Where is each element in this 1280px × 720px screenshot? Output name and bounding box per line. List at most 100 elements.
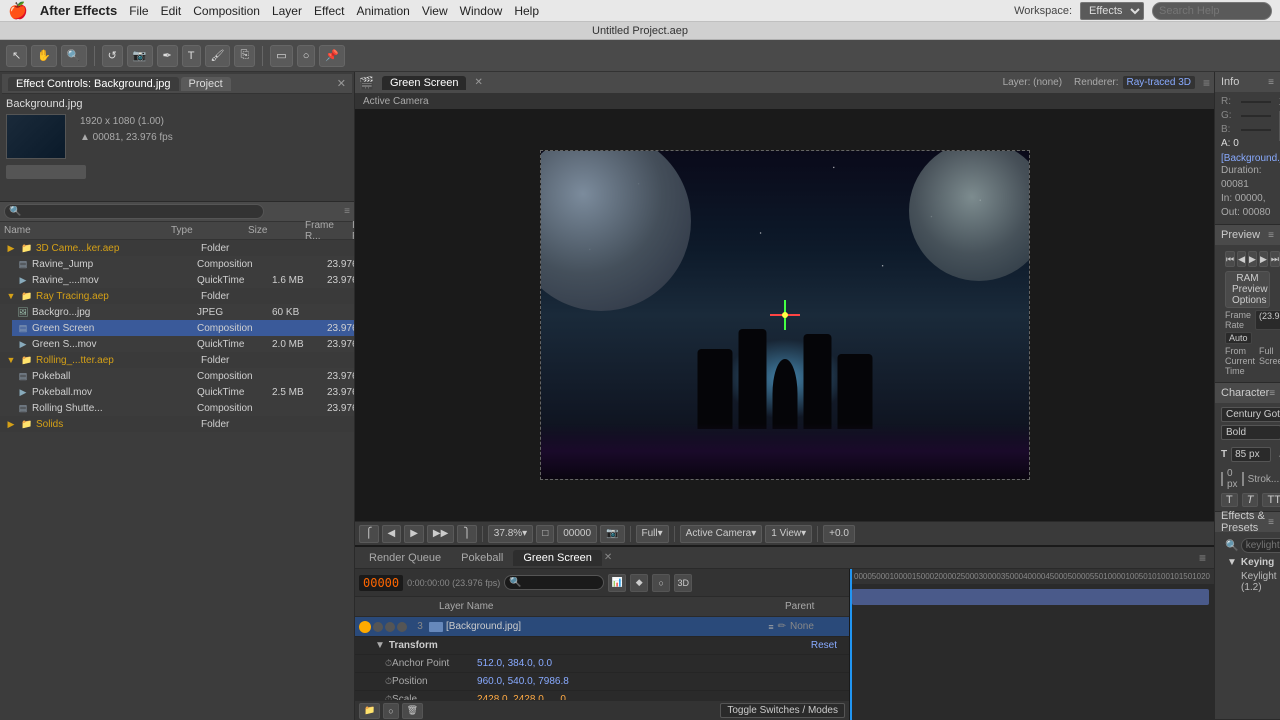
shape-rect[interactable]: ▭ bbox=[270, 45, 292, 67]
apple-menu[interactable]: 🍎 bbox=[8, 1, 28, 21]
playback-region-start[interactable]: ⎧ bbox=[359, 525, 379, 543]
first-frame-btn[interactable]: ⏮ bbox=[1225, 251, 1235, 267]
last-frame-btn[interactable]: ⏭ bbox=[1270, 251, 1280, 267]
menu-animation[interactable]: Animation bbox=[356, 4, 409, 18]
fill-color-swatch[interactable] bbox=[1221, 472, 1223, 486]
puppet-tool[interactable]: 📌 bbox=[319, 45, 345, 67]
play-btn[interactable]: ▶ bbox=[1248, 251, 1257, 267]
list-item[interactable]: ▤ Rolling Shutte... Composition 23.976 bbox=[12, 400, 354, 416]
comp-menu-btn[interactable]: ≡ bbox=[1203, 76, 1210, 90]
play-stop[interactable]: ▶ bbox=[404, 525, 424, 543]
layer-solo-toggle[interactable] bbox=[385, 622, 395, 632]
help-search[interactable] bbox=[1152, 2, 1272, 20]
list-item[interactable]: ▶ Pokeball.mov QuickTime 2.5 MB 23.976 bbox=[12, 384, 354, 400]
list-item[interactable]: ▶ 📁 3D Came...ker.aep Folder bbox=[0, 240, 354, 256]
project-options[interactable]: ≡ bbox=[344, 206, 350, 217]
layer-lock-toggle[interactable] bbox=[397, 622, 407, 632]
panel-close-btn[interactable]: ✕ bbox=[337, 77, 346, 90]
delete-btn[interactable]: 🗑 bbox=[402, 703, 423, 719]
font-style[interactable] bbox=[1221, 425, 1280, 440]
tl-tab-close[interactable]: ✕ bbox=[604, 552, 612, 563]
menu-composition[interactable]: Composition bbox=[193, 4, 260, 18]
menu-help[interactable]: Help bbox=[514, 4, 539, 18]
transform-reset[interactable]: Reset bbox=[811, 640, 837, 651]
text-tool[interactable]: T bbox=[182, 45, 201, 67]
list-item[interactable]: ▤ Ravine_Jump Composition 23.976 bbox=[12, 256, 354, 272]
toggle-switches-btn[interactable]: Toggle Switches / Modes bbox=[720, 703, 845, 718]
comp-tab-close[interactable]: ✕ bbox=[474, 77, 482, 88]
list-item[interactable]: ▶ Green S...mov QuickTime 2.0 MB 23.976 bbox=[12, 336, 354, 352]
frame-back[interactable]: ◀ bbox=[382, 525, 402, 543]
list-item[interactable]: ▤ Pokeball Composition 23.976 bbox=[12, 368, 354, 384]
playback-region-end[interactable]: ⎫ bbox=[457, 525, 477, 543]
clone-tool[interactable]: ⎘ bbox=[234, 45, 255, 67]
ram-preview-button[interactable]: RAM Preview Options bbox=[1225, 271, 1270, 308]
rotate-tool[interactable]: ↺ bbox=[102, 45, 123, 67]
timecode-display[interactable]: 00000 bbox=[557, 525, 597, 543]
anchor-value[interactable]: 512.0, 384.0, 0.0 bbox=[477, 658, 552, 669]
comp-tab-greenscreen[interactable]: Green Screen bbox=[382, 76, 466, 90]
frame-rate-value[interactable]: (23.98) bbox=[1255, 310, 1280, 330]
camera-select[interactable]: Active Camera ▾ bbox=[680, 525, 763, 543]
menu-file[interactable]: File bbox=[129, 4, 148, 18]
menu-window[interactable]: Window bbox=[460, 4, 503, 18]
effects-presets-close[interactable]: ≡ bbox=[1268, 517, 1274, 528]
ep-search-input[interactable] bbox=[1241, 538, 1280, 553]
character-panel-close[interactable]: ≡ bbox=[1269, 388, 1275, 399]
tl-add-marker[interactable]: ◆ bbox=[630, 574, 648, 592]
snapshot[interactable]: 📷 bbox=[600, 525, 624, 543]
list-item[interactable]: 🖼 Backgro...jpg JPEG 60 KB bbox=[12, 304, 354, 320]
camera-tool[interactable]: 📷 bbox=[127, 45, 153, 67]
frame-forward[interactable]: ▶▶ bbox=[427, 525, 454, 543]
next-frame-btn[interactable]: ▶ bbox=[1259, 251, 1268, 267]
zoom-select[interactable]: 37.8% ▾ bbox=[488, 525, 533, 543]
exposure-value[interactable]: +0.0 bbox=[823, 525, 855, 543]
tl-tab-pokeball[interactable]: Pokeball bbox=[451, 550, 513, 566]
solo-btn[interactable]: ○ bbox=[383, 703, 398, 719]
timeline-search[interactable] bbox=[504, 575, 604, 590]
list-item[interactable]: ▶ 📁 Solids Folder bbox=[0, 416, 354, 432]
workspace-select[interactable]: Effects bbox=[1080, 2, 1144, 20]
ep-keying-category[interactable]: ▼ Keying bbox=[1221, 555, 1274, 570]
tl-solo[interactable]: ○ bbox=[652, 574, 670, 592]
list-item[interactable]: ▤ Green Screen Composition 23.976 bbox=[12, 320, 354, 336]
list-item[interactable]: ▼ 📁 Ray Tracing.aep Folder bbox=[0, 288, 354, 304]
tl-panel-menu[interactable]: ≡ bbox=[1199, 551, 1206, 565]
renderer-value[interactable]: Ray-traced 3D bbox=[1123, 76, 1195, 89]
timeline-timecode[interactable]: 00000 bbox=[359, 575, 403, 591]
brush-tool[interactable]: 🖌 bbox=[205, 45, 231, 67]
zoom-tool[interactable]: 🔍 bbox=[61, 45, 87, 67]
tl-3d[interactable]: 3D bbox=[674, 574, 692, 592]
layer-audio-toggle[interactable] bbox=[373, 622, 383, 632]
caps-btn[interactable]: TT bbox=[1262, 493, 1280, 507]
position-stopwatch[interactable]: ⏱ bbox=[385, 676, 392, 687]
composition-viewport[interactable] bbox=[355, 109, 1214, 521]
comp-icon-btn[interactable]: 🎬 bbox=[359, 76, 374, 90]
timeline-playhead[interactable] bbox=[850, 569, 852, 720]
views-select[interactable]: 1 View ▾ bbox=[765, 525, 812, 543]
tl-tab-green-screen[interactable]: Green Screen bbox=[513, 550, 601, 566]
quality-select[interactable]: Full ▾ bbox=[636, 525, 669, 543]
project-search-input[interactable] bbox=[4, 204, 264, 219]
menu-effect[interactable]: Effect bbox=[314, 4, 344, 18]
ep-keylight-item[interactable]: Keylight (1.2) bbox=[1221, 570, 1274, 594]
bold-btn[interactable]: T bbox=[1221, 493, 1238, 507]
tl-tab-render-queue[interactable]: Render Queue bbox=[359, 550, 451, 566]
layer-parent[interactable]: None bbox=[790, 621, 845, 632]
menu-layer[interactable]: Layer bbox=[272, 4, 302, 18]
layer-vis-toggle[interactable] bbox=[359, 621, 371, 633]
list-item[interactable]: ▶ Ravine_....mov QuickTime 1.6 MB 23.976 bbox=[12, 272, 354, 288]
layer-adjust-icon[interactable]: ✏ bbox=[778, 621, 786, 632]
menu-view[interactable]: View bbox=[422, 4, 448, 18]
effect-controls-tab[interactable]: Effect Controls: Background.jpg bbox=[8, 77, 179, 91]
pen-tool[interactable]: ✒ bbox=[157, 45, 178, 67]
hand-tool[interactable]: ✋ bbox=[31, 45, 57, 67]
resolution-value[interactable]: Auto bbox=[1225, 332, 1252, 344]
layer-mode[interactable]: ≡ bbox=[768, 622, 773, 632]
timeline-layer-row[interactable]: 3 [Background.jpg] ≡ ✏ None bbox=[355, 617, 849, 637]
menu-edit[interactable]: Edit bbox=[161, 4, 182, 18]
transform-collapse-icon[interactable]: ▼ bbox=[375, 640, 385, 651]
stroke-color-swatch[interactable] bbox=[1242, 472, 1244, 486]
list-item[interactable]: ▼ 📁 Rolling_...tter.aep Folder bbox=[0, 352, 354, 368]
tl-graph-editor[interactable]: 📊 bbox=[608, 574, 626, 592]
